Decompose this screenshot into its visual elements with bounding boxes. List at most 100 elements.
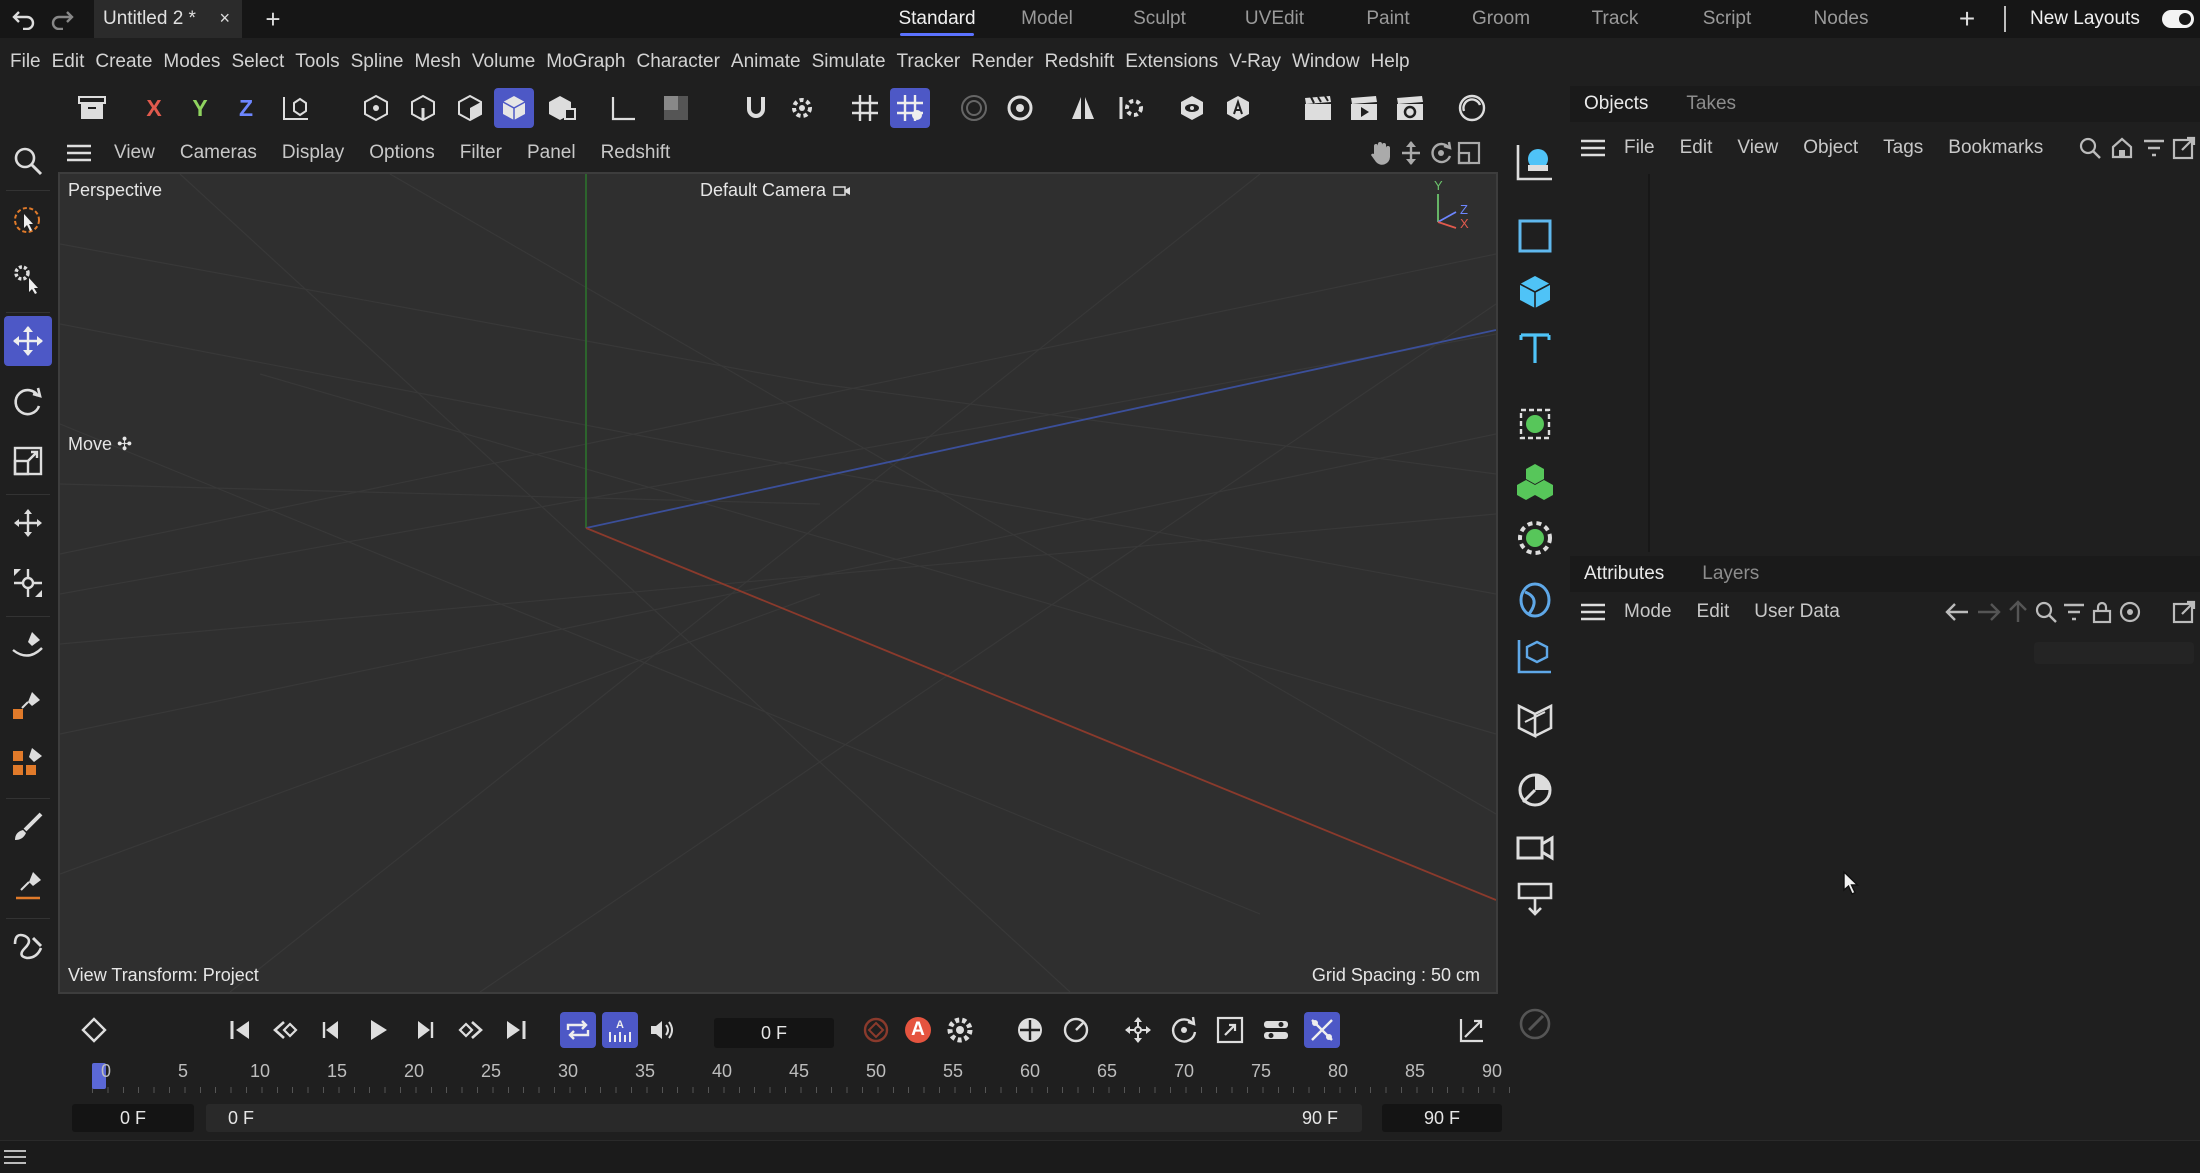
spline-smooth-icon[interactable]	[4, 920, 52, 970]
layout-tab-sculpt[interactable]: Sculpt	[1102, 0, 1217, 38]
objects-menu-bookmarks[interactable]: Bookmarks	[1948, 137, 2043, 159]
menu-tracker[interactable]: Tracker	[897, 51, 972, 73]
coordinate-system-icon[interactable]	[276, 88, 316, 128]
live-selection-icon[interactable]	[4, 196, 52, 246]
orbit-icon[interactable]	[1428, 140, 1454, 166]
forward-arrow-icon[interactable]	[1976, 600, 2002, 624]
play-icon[interactable]	[360, 1012, 396, 1048]
auto-keying-mode-icon[interactable]: A	[602, 1012, 638, 1048]
object-list[interactable]	[1570, 174, 2200, 552]
go-to-start-icon[interactable]	[222, 1012, 258, 1048]
lock-x-axis-button[interactable]: X	[134, 88, 174, 128]
menu-volume[interactable]: Volume	[472, 51, 546, 73]
pan-hand-icon[interactable]	[1368, 140, 1394, 166]
redshift-icon[interactable]	[1452, 88, 1492, 128]
key-scale-icon[interactable]	[1212, 1012, 1248, 1048]
undo-icon[interactable]	[6, 1, 42, 37]
layout-tab-groom[interactable]: Groom	[1444, 0, 1558, 38]
attributes-menu-edit[interactable]: Edit	[1697, 601, 1730, 623]
objects-menu-file[interactable]: File	[1624, 137, 1655, 159]
spline-object-icon[interactable]	[1506, 630, 1564, 682]
filter-icon[interactable]	[2062, 600, 2086, 624]
loop-icon[interactable]	[560, 1012, 596, 1048]
menu-modes[interactable]: Modes	[163, 51, 231, 73]
menu-character[interactable]: Character	[636, 51, 730, 73]
key-point-level-icon[interactable]	[1304, 1012, 1340, 1048]
new-document-button[interactable]: +	[258, 4, 288, 34]
layout-tab-model[interactable]: Model	[992, 0, 1102, 38]
soft-selection-icon[interactable]	[954, 88, 994, 128]
timeline-ruler[interactable]: 0 5 10 15 20 25 30 35 40 45 50 55 60 65 …	[92, 1057, 1512, 1095]
grid-snap-icon[interactable]	[845, 88, 885, 128]
spline-pen-icon[interactable]	[4, 620, 52, 670]
go-to-end-icon[interactable]	[498, 1012, 534, 1048]
deformer-icon[interactable]	[1506, 512, 1564, 564]
menu-help[interactable]: Help	[1371, 51, 1421, 73]
axis-mode-icon[interactable]	[602, 88, 642, 128]
objects-menu-tags[interactable]: Tags	[1883, 137, 1923, 159]
up-arrow-icon[interactable]	[2006, 600, 2030, 624]
timeline-window-icon[interactable]	[1454, 1012, 1490, 1048]
layout-tab-paint[interactable]: Paint	[1332, 0, 1444, 38]
record-active-objects-icon[interactable]	[858, 1012, 894, 1048]
layout-tab-standard[interactable]: Standard	[882, 0, 992, 38]
menu-extensions[interactable]: Extensions	[1125, 51, 1229, 73]
new-window-icon[interactable]	[2172, 600, 2196, 624]
menu-render[interactable]: Render	[971, 51, 1044, 73]
close-icon[interactable]: ×	[219, 8, 230, 29]
menu-mesh[interactable]: Mesh	[414, 51, 471, 73]
layout-tab-uvedit[interactable]: UVEdit	[1217, 0, 1332, 38]
menu-create[interactable]: Create	[95, 51, 163, 73]
viewport-menu-cameras[interactable]: Cameras	[180, 142, 257, 164]
render-token-icon[interactable]	[1506, 998, 1564, 1050]
move-tool-icon[interactable]	[4, 316, 52, 366]
autokey-record-button[interactable]: A	[900, 1012, 936, 1048]
menu-file[interactable]: File	[10, 51, 52, 73]
lock-z-axis-button[interactable]: Z	[226, 88, 266, 128]
scene-object-icon[interactable]	[1506, 694, 1564, 746]
tweak-tool-icon[interactable]	[4, 254, 52, 304]
home-icon[interactable]	[2110, 136, 2134, 160]
hamburger-icon[interactable]	[4, 1149, 26, 1165]
points-mode-icon[interactable]	[356, 88, 396, 128]
render-view-icon[interactable]	[1298, 88, 1338, 128]
sound-icon[interactable]	[644, 1012, 680, 1048]
symmetry-icon[interactable]	[1063, 88, 1103, 128]
key-rotation-icon[interactable]	[1058, 1012, 1094, 1048]
scale-tool-icon[interactable]	[4, 436, 52, 486]
document-tab[interactable]: Untitled 2 * ×	[94, 0, 242, 38]
next-frame-icon[interactable]	[406, 1012, 442, 1048]
snap-settings-icon[interactable]	[782, 88, 822, 128]
hamburger-icon[interactable]	[1578, 597, 1608, 627]
key-parameter-icon[interactable]	[1258, 1012, 1294, 1048]
menu-window[interactable]: Window	[1292, 51, 1371, 73]
text-icon[interactable]	[1506, 322, 1564, 374]
tab-takes[interactable]: Takes	[1686, 93, 1736, 115]
menu-vray[interactable]: V-Ray	[1229, 51, 1292, 73]
spline-tools-icon[interactable]	[4, 558, 52, 608]
menu-animate[interactable]: Animate	[731, 51, 812, 73]
menu-tools[interactable]: Tools	[295, 51, 350, 73]
objects-menu-object[interactable]: Object	[1803, 137, 1858, 159]
layout-tab-track[interactable]: Track	[1558, 0, 1672, 38]
next-key-icon[interactable]	[452, 1012, 488, 1048]
dolly-icon[interactable]	[1398, 140, 1424, 166]
move-to-object-icon[interactable]	[1506, 136, 1564, 188]
target-icon[interactable]	[2118, 600, 2142, 624]
menu-simulate[interactable]: Simulate	[812, 51, 897, 73]
light-icon[interactable]	[1506, 764, 1564, 816]
texture-mode-icon[interactable]	[656, 88, 696, 128]
previous-frame-icon[interactable]	[314, 1012, 350, 1048]
view-name-label[interactable]: Perspective	[68, 180, 162, 201]
tab-attributes[interactable]: Attributes	[1584, 563, 1664, 585]
snap-magnet-icon[interactable]	[736, 88, 776, 128]
tab-objects[interactable]: Objects	[1584, 93, 1648, 115]
lock-y-axis-button[interactable]: Y	[180, 88, 220, 128]
current-frame-field[interactable]: 0 F	[714, 1018, 834, 1048]
knife-tool-icon[interactable]	[4, 860, 52, 910]
cloner-icon[interactable]	[1506, 456, 1564, 508]
generator-icon[interactable]	[1506, 398, 1564, 450]
symmetry-settings-icon[interactable]	[1110, 88, 1150, 128]
key-position-icon[interactable]	[1012, 1012, 1048, 1048]
new-layouts-toggle[interactable]	[2162, 10, 2194, 28]
